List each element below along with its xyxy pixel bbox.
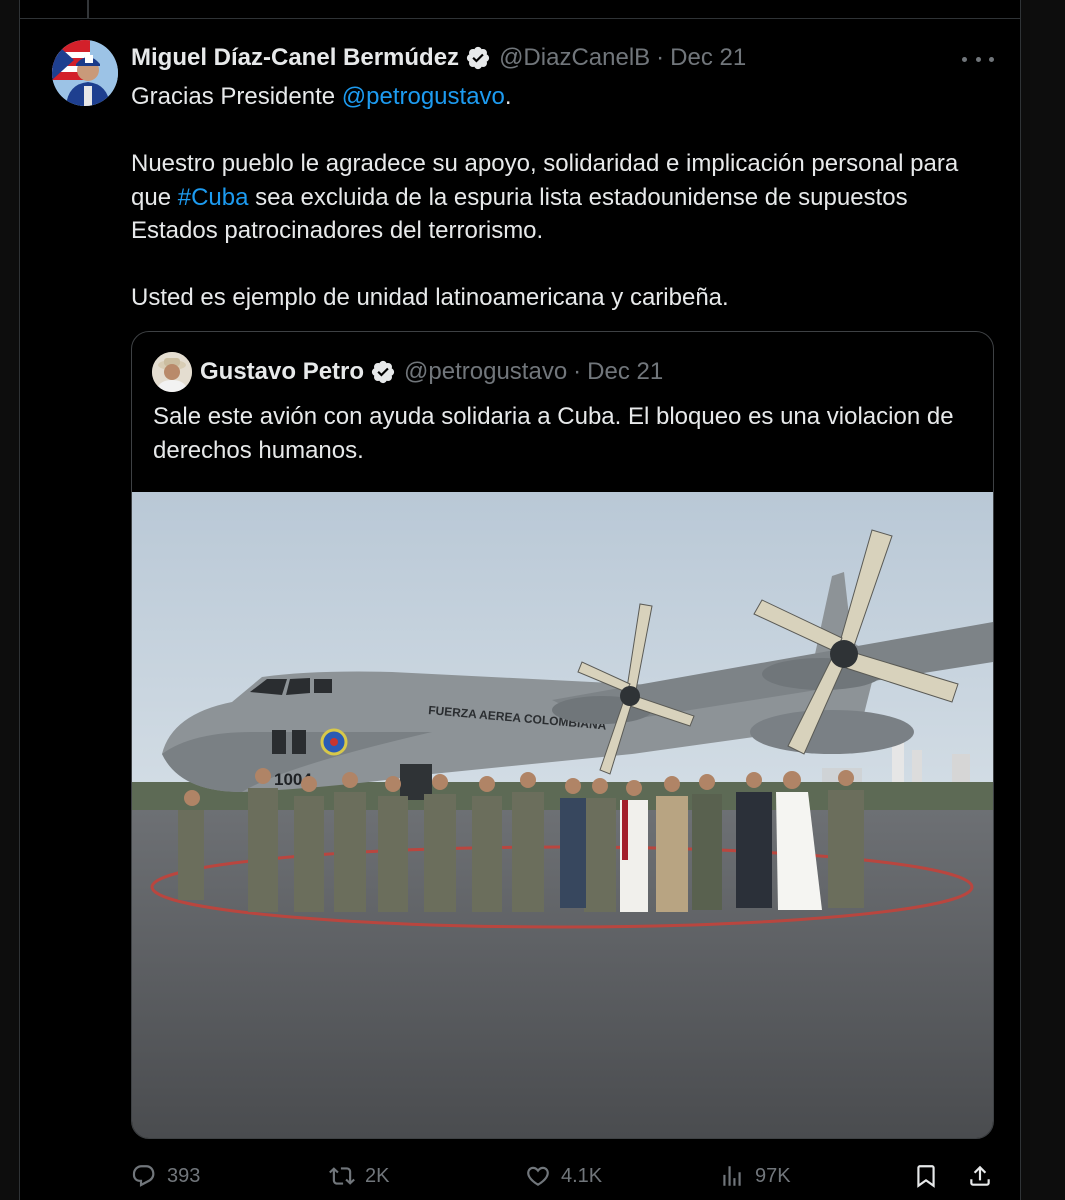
- tweet-paragraph-3: Usted es ejemplo de unidad latinoamerica…: [131, 284, 729, 311]
- quoted-tweet-text: Sale este avión con ayuda solidaria a Cu…: [153, 403, 954, 464]
- mention-link[interactable]: @petrogustavo: [342, 83, 505, 110]
- tweet-text-segment: sea excluida de la espuria lista estadou…: [131, 183, 908, 245]
- tweet-timestamp[interactable]: Dec 21: [670, 44, 746, 72]
- share-icon: [970, 1165, 990, 1186]
- verified-badge-icon: [465, 45, 491, 71]
- verified-badge-icon: [370, 359, 396, 385]
- share-button[interactable]: [967, 1156, 1003, 1196]
- quoted-tweet-card[interactable]: Gustavo Petro @petrogustavo · Dec 21 Sal…: [131, 331, 994, 1139]
- header-separator: ·: [573, 358, 582, 385]
- repost-button[interactable]: 2K: [329, 1156, 389, 1196]
- like-count: 4.1K: [561, 1164, 603, 1187]
- bookmark-icon: [917, 1165, 935, 1188]
- views-chart-icon: [723, 1166, 741, 1186]
- reply-count: 393: [167, 1164, 201, 1187]
- left-frame: [0, 0, 20, 1200]
- right-frame: [1020, 0, 1065, 1200]
- repost-icon: [329, 1167, 355, 1185]
- quoted-tweet-header: Gustavo Petro @petrogustavo · Dec 21: [200, 356, 663, 388]
- tweet-paragraph-2: Nuestro pueblo le agradece su apoyo, sol…: [131, 147, 991, 248]
- author-display-name[interactable]: Miguel Díaz-Canel Bermúdez: [131, 44, 459, 72]
- like-button[interactable]: 4.1K: [525, 1156, 602, 1196]
- quoted-tweet-photo[interactable]: 1004 FUERZA AEREA COLOMBIANA: [132, 492, 993, 1138]
- author-handle[interactable]: @DiazCanelB: [499, 44, 650, 72]
- header-separator: ·: [656, 44, 665, 71]
- tweet-text-segment: .: [504, 83, 512, 110]
- tweet-paragraph-1: Gracias Presidente @petrogustavo.: [131, 80, 991, 114]
- quoted-author-display-name[interactable]: Gustavo Petro: [200, 358, 364, 386]
- reply-icon: [132, 1165, 155, 1187]
- bookmark-button[interactable]: [913, 1156, 949, 1196]
- views-count: 97K: [755, 1164, 791, 1187]
- repost-count: 2K: [365, 1164, 390, 1187]
- quoted-author-avatar[interactable]: [152, 352, 192, 392]
- tweet-body: Gracias Presidente @petrogustavo. Nuestr…: [131, 80, 991, 348]
- reply-button[interactable]: 393: [131, 1156, 200, 1196]
- tweet-text-segment: Gracias Presidente: [131, 83, 342, 110]
- top-divider: [20, 18, 1020, 19]
- hashtag-link[interactable]: #Cuba: [178, 184, 249, 211]
- quoted-tweet-timestamp[interactable]: Dec 21: [587, 358, 663, 386]
- quoted-author-handle[interactable]: @petrogustavo: [404, 358, 567, 386]
- tweet-header: Miguel Díaz-Canel Bermúdez @DiazCanelB ·…: [131, 42, 746, 74]
- author-avatar[interactable]: [52, 40, 118, 106]
- heart-icon: [527, 1166, 549, 1186]
- thread-connector-line: [87, 0, 89, 18]
- tweet-action-bar: 393 2K 4.1K 97K: [131, 1156, 1001, 1196]
- more-options-icon[interactable]: [962, 52, 994, 66]
- views-button[interactable]: 97K: [719, 1156, 791, 1196]
